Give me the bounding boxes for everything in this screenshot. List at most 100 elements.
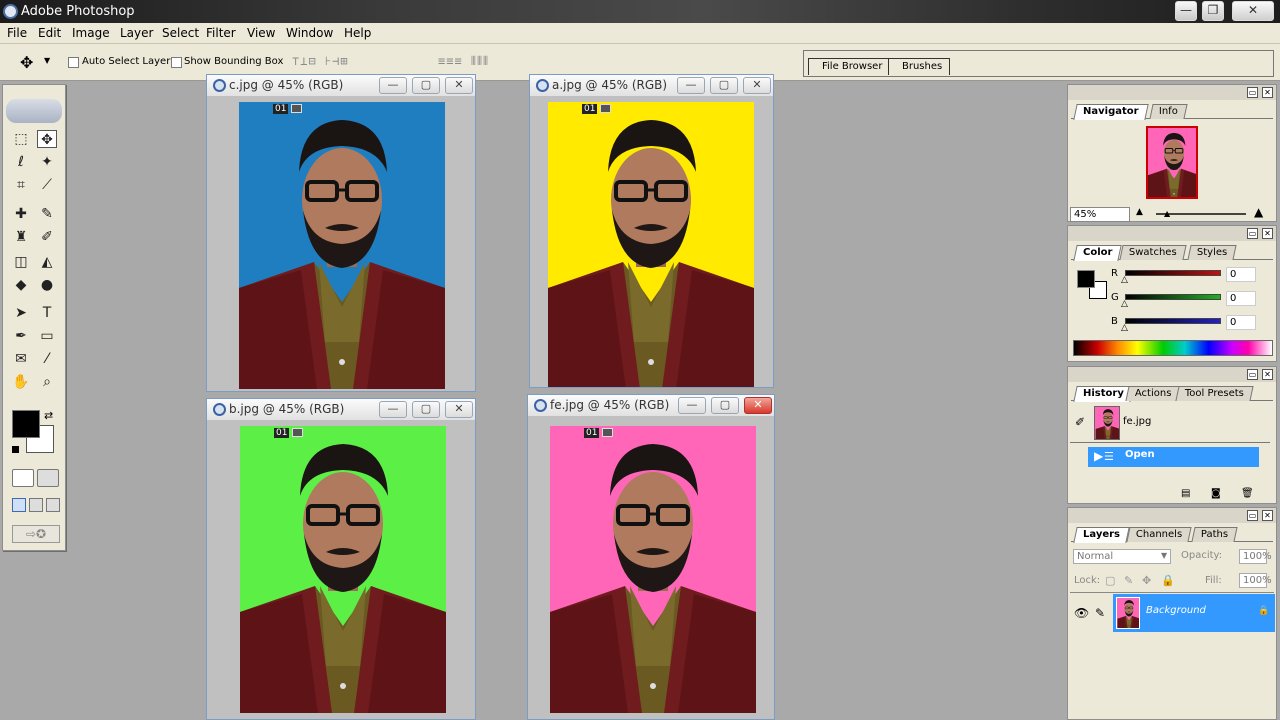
crop-tool[interactable]: ⌗	[11, 176, 31, 194]
eraser-tool[interactable]: ◫	[11, 253, 31, 271]
document-close-button[interactable]: ✕	[744, 397, 772, 414]
file-browser-tab[interactable]: File Browser	[808, 58, 890, 75]
hand-tool[interactable]: ✋	[11, 373, 31, 391]
document-window-b[interactable]: b.jpg @ 45% (RGB) — ▢ ✕ 01	[206, 398, 476, 720]
menu-filter[interactable]: Filter	[206, 26, 236, 41]
tab-paths[interactable]: Paths	[1191, 527, 1238, 542]
document-maximize-button[interactable]: ▢	[710, 77, 738, 94]
layer-row-background[interactable]: Background 🔒	[1113, 594, 1275, 632]
menu-window[interactable]: Window	[286, 26, 333, 41]
menu-image[interactable]: Image	[72, 26, 110, 41]
screen-mode-standard-button[interactable]	[12, 498, 26, 512]
portrait-photo[interactable]: 01	[548, 102, 754, 387]
history-brush-tool[interactable]: ✐	[37, 228, 57, 246]
channel-slider[interactable]	[1125, 270, 1221, 276]
document-maximize-button[interactable]: ▢	[711, 397, 739, 414]
move-tool[interactable]: ✥	[37, 130, 57, 148]
pen-tool[interactable]: ✒	[11, 327, 31, 345]
tab-color[interactable]: Color	[1073, 245, 1123, 261]
history-close-icon[interactable]: ✕	[1262, 369, 1273, 380]
dodge-tool[interactable]: ●	[37, 276, 57, 294]
color-close-icon[interactable]: ✕	[1262, 228, 1273, 239]
navigator-zoom-field[interactable]: 45%	[1070, 207, 1130, 222]
lock-all-icon[interactable]: 🔒	[1161, 574, 1175, 587]
path-selection-tool[interactable]: ➤	[11, 304, 31, 322]
channel-slider[interactable]	[1125, 294, 1221, 300]
menu-view[interactable]: View	[247, 26, 275, 41]
screen-mode-full-menu-button[interactable]	[29, 498, 43, 512]
portrait-photo[interactable]: 01	[240, 426, 446, 713]
jump-to-imageready-button[interactable]: ⇨✪	[12, 525, 60, 543]
document-maximize-button[interactable]: ▢	[412, 77, 440, 94]
restore-button[interactable]: ❐	[1202, 1, 1224, 21]
tool-preset-dropdown-icon[interactable]: ▼	[44, 56, 50, 65]
document-canvas[interactable]: 01	[207, 96, 475, 391]
magic-wand-tool[interactable]: ✦	[37, 153, 57, 171]
color-minimize-icon[interactable]: ▭	[1247, 228, 1258, 239]
layer-visibility-eye-icon[interactable]: 👁	[1074, 606, 1089, 620]
tab-styles[interactable]: Styles	[1187, 245, 1237, 260]
document-title-bar[interactable]: a.jpg @ 45% (RGB) — ▢ ✕	[530, 75, 773, 96]
document-close-button[interactable]: ✕	[445, 401, 473, 418]
channel-value-field[interactable]: 0	[1226, 267, 1256, 282]
screen-mode-full-button[interactable]	[46, 498, 60, 512]
document-title-bar[interactable]: b.jpg @ 45% (RGB) — ▢ ✕	[207, 399, 475, 420]
paint-bucket-tool[interactable]: ◭	[37, 253, 57, 271]
brush-tool[interactable]: ✎	[37, 205, 57, 223]
show-bounding-box-checkbox[interactable]	[171, 57, 182, 68]
swap-colors-icon[interactable]: ⇄	[44, 409, 53, 422]
history-snapshot-thumbnail[interactable]	[1094, 406, 1120, 440]
layers-close-icon[interactable]: ✕	[1262, 510, 1273, 521]
clone-stamp-tool[interactable]: ♜	[11, 228, 31, 246]
channel-value-field[interactable]: 0	[1226, 291, 1256, 306]
eyedropper-tool[interactable]: ⁄	[37, 350, 57, 368]
menu-help[interactable]: Help	[344, 26, 371, 41]
menu-layer[interactable]: Layer	[120, 26, 153, 41]
history-minimize-icon[interactable]: ▭	[1247, 369, 1258, 380]
notes-tool[interactable]: ✉	[11, 350, 31, 368]
zoom-out-icon[interactable]: ▲	[1136, 207, 1143, 217]
type-tool[interactable]: T	[37, 304, 57, 322]
document-title-bar[interactable]: fe.jpg @ 45% (RGB) — ▢ ✕	[528, 395, 774, 416]
blur-tool[interactable]: ◆	[11, 276, 31, 294]
new-snapshot-icon[interactable]: ◙	[1211, 488, 1221, 499]
document-minimize-button[interactable]: —	[678, 397, 706, 414]
distribute-buttons[interactable]: ≡≡≡ ⫴⫴⫴	[438, 54, 489, 69]
history-trash-icon[interactable]: 🗑	[1241, 488, 1254, 499]
zoom-slider-thumb-icon[interactable]: ▲	[1164, 209, 1170, 218]
tab-layers[interactable]: Layers	[1073, 527, 1130, 543]
fill-field[interactable]: 100%	[1239, 573, 1272, 588]
document-window-a[interactable]: a.jpg @ 45% (RGB) — ▢ ✕ 01	[529, 74, 774, 388]
minimize-button[interactable]: —	[1175, 1, 1197, 21]
document-window-fe[interactable]: fe.jpg @ 45% (RGB) — ▢ ✕ 01	[527, 394, 775, 720]
document-close-button[interactable]: ✕	[445, 77, 473, 94]
navigator-close-icon[interactable]: ✕	[1262, 87, 1273, 98]
tab-info[interactable]: Info	[1149, 104, 1188, 119]
foreground-color-swatch-top[interactable]	[12, 410, 40, 438]
close-button[interactable]: ✕	[1232, 1, 1274, 21]
channel-value-field[interactable]: 0	[1226, 315, 1256, 330]
document-minimize-button[interactable]: —	[677, 77, 705, 94]
navigator-thumbnail[interactable]	[1146, 126, 1198, 199]
channel-slider-thumb-icon[interactable]: △	[1121, 275, 1128, 285]
new-document-from-state-icon[interactable]: ▤	[1181, 488, 1190, 499]
document-canvas[interactable]: 01	[528, 416, 774, 719]
default-colors-icon[interactable]	[12, 446, 19, 453]
auto-select-layer-checkbox[interactable]	[68, 57, 79, 68]
blend-mode-dropdown-icon[interactable]: ▼	[1161, 551, 1167, 560]
portrait-photo[interactable]: 01	[239, 102, 445, 389]
menu-select[interactable]: Select	[162, 26, 199, 41]
opacity-field[interactable]: 100%	[1239, 549, 1272, 564]
move-tool-preset-icon[interactable]: ✥	[20, 53, 33, 72]
channel-slider[interactable]	[1125, 318, 1221, 324]
menu-file[interactable]: File	[7, 26, 27, 41]
document-window-c[interactable]: c.jpg @ 45% (RGB) — ▢ ✕ 01	[206, 74, 476, 392]
document-canvas[interactable]: 01	[530, 96, 773, 387]
history-state-open[interactable]: ▶ ☰ Open	[1088, 447, 1259, 467]
shape-tool[interactable]: ▭	[37, 327, 57, 345]
brushes-tab[interactable]: Brushes	[888, 58, 950, 75]
align-buttons[interactable]: ⊤⊥⊟ ⊦⊣⊞	[292, 54, 349, 68]
marquee-tool[interactable]: ⬚	[11, 130, 31, 148]
blend-mode-select[interactable]: Normal	[1073, 549, 1171, 564]
navigator-minimize-icon[interactable]: ▭	[1247, 87, 1258, 98]
